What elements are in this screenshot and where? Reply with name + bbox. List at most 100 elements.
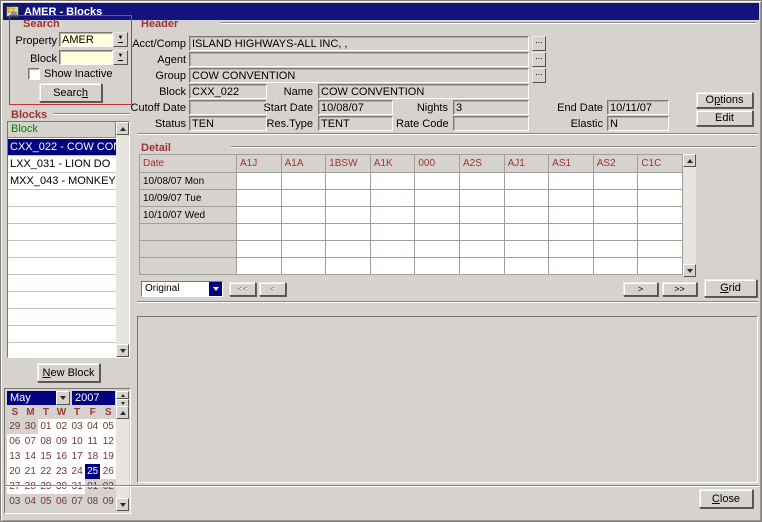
detail-cell[interactable]: [638, 224, 683, 241]
detail-cell[interactable]: [370, 258, 415, 275]
calendar-day[interactable]: 16: [54, 449, 70, 464]
detail-cell[interactable]: [237, 173, 282, 190]
calendar-day[interactable]: 14: [23, 449, 39, 464]
search-button[interactable]: Search: [39, 83, 102, 102]
calendar-day[interactable]: 17: [69, 449, 85, 464]
calendar-day[interactable]: 04: [85, 419, 101, 434]
detail-cell[interactable]: [593, 207, 638, 224]
agent-lookup-button[interactable]: ...: [532, 52, 546, 67]
detail-cell[interactable]: [638, 190, 683, 207]
nights-field[interactable]: 3: [453, 100, 529, 115]
detail-cell[interactable]: [281, 207, 326, 224]
calendar-day[interactable]: 11: [85, 434, 101, 449]
new-block-button[interactable]: New Block: [37, 363, 100, 382]
calendar-day[interactable]: 13: [7, 449, 23, 464]
acct-comp-lookup-button[interactable]: ...: [532, 36, 546, 51]
detail-cell[interactable]: [638, 173, 683, 190]
block-list-item[interactable]: [8, 241, 116, 258]
first-page-button[interactable]: <<: [229, 282, 256, 296]
detail-cell[interactable]: [370, 207, 415, 224]
detail-cell[interactable]: [370, 173, 415, 190]
calendar-day[interactable]: 19: [100, 449, 116, 464]
calendar-day[interactable]: 03: [7, 494, 23, 509]
calendar-day[interactable]: 02: [54, 419, 70, 434]
close-button[interactable]: Close: [699, 489, 753, 508]
block-list-item[interactable]: [8, 326, 116, 343]
detail-cell[interactable]: [237, 207, 282, 224]
view-select-dropdown-button[interactable]: [209, 282, 222, 296]
detail-cell[interactable]: [281, 173, 326, 190]
calendar-day[interactable]: 08: [38, 434, 54, 449]
calendar-day[interactable]: 09: [100, 494, 116, 509]
calendar-day[interactable]: 09: [54, 434, 70, 449]
edit-button[interactable]: Edit: [696, 110, 753, 126]
calendar-scrollbar[interactable]: [116, 406, 129, 511]
detail-cell[interactable]: [415, 258, 460, 275]
detail-scrollbar[interactable]: [683, 154, 696, 277]
options-button[interactable]: Options: [696, 92, 753, 108]
detail-cell[interactable]: [326, 207, 371, 224]
detail-cell[interactable]: [237, 258, 282, 275]
calendar-day[interactable]: 07: [69, 494, 85, 509]
detail-cell[interactable]: [638, 207, 683, 224]
detail-cell[interactable]: [459, 173, 504, 190]
calendar-day[interactable]: 23: [54, 464, 70, 479]
detail-cell[interactable]: [459, 207, 504, 224]
detail-cell[interactable]: [370, 224, 415, 241]
calendar-day[interactable]: 06: [54, 494, 70, 509]
detail-cell[interactable]: [593, 173, 638, 190]
detail-cell[interactable]: [549, 241, 594, 258]
spin-up-button[interactable]: [116, 391, 129, 399]
calendar-day[interactable]: 26: [100, 464, 116, 479]
blocks-scrollbar[interactable]: [116, 122, 129, 357]
calendar-year-spinner[interactable]: [116, 391, 129, 407]
calendar-day[interactable]: 29: [7, 419, 23, 434]
calendar-day[interactable]: 04: [23, 494, 39, 509]
detail-cell[interactable]: [504, 207, 549, 224]
view-select[interactable]: Original: [141, 281, 223, 297]
detail-cell[interactable]: [459, 224, 504, 241]
scrollbar-track[interactable]: [116, 135, 129, 344]
detail-cell[interactable]: [504, 173, 549, 190]
block-list-item[interactable]: LXX_031 - LION DO: [8, 156, 116, 173]
detail-cell[interactable]: [593, 190, 638, 207]
blocks-column-header[interactable]: Block: [8, 122, 116, 138]
block-list-item[interactable]: [8, 190, 116, 207]
detail-cell[interactable]: [370, 241, 415, 258]
block-list-item[interactable]: MXX_043 - MONKEY SEE: [8, 173, 116, 190]
detail-cell[interactable]: [549, 173, 594, 190]
calendar-day[interactable]: 15: [38, 449, 54, 464]
detail-cell[interactable]: [504, 190, 549, 207]
detail-cell[interactable]: [326, 258, 371, 275]
detail-cell[interactable]: [415, 207, 460, 224]
calendar-day[interactable]: 12: [100, 434, 116, 449]
detail-cell[interactable]: [638, 258, 683, 275]
block-list-item[interactable]: [8, 343, 116, 357]
detail-cell[interactable]: [415, 173, 460, 190]
detail-cell[interactable]: [326, 190, 371, 207]
calendar-day[interactable]: 20: [7, 464, 23, 479]
block-lov-button[interactable]: ▼: [113, 50, 128, 65]
detail-cell[interactable]: [326, 173, 371, 190]
detail-cell[interactable]: [549, 207, 594, 224]
block-list-item[interactable]: [8, 275, 116, 292]
calendar-day[interactable]: 06: [7, 434, 23, 449]
scroll-up-button[interactable]: [116, 406, 129, 419]
calendar-day[interactable]: 01: [38, 419, 54, 434]
block-list-item[interactable]: [8, 207, 116, 224]
status-field[interactable]: TEN: [189, 116, 267, 131]
scroll-up-button[interactable]: [683, 154, 696, 167]
detail-cell[interactable]: [593, 258, 638, 275]
acct-comp-field[interactable]: ISLAND HIGHWAYS-ALL INC, ,: [189, 36, 529, 51]
detail-cell[interactable]: [504, 241, 549, 258]
grid-button[interactable]: Grid: [704, 279, 757, 297]
calendar-day[interactable]: 21: [23, 464, 39, 479]
detail-cell[interactable]: [370, 190, 415, 207]
detail-cell[interactable]: [549, 224, 594, 241]
block-list-item[interactable]: CXX_022 - COW CONVEN: [8, 139, 116, 156]
calendar-day[interactable]: 22: [38, 464, 54, 479]
detail-cell[interactable]: [281, 190, 326, 207]
detail-cell[interactable]: [326, 241, 371, 258]
detail-cell[interactable]: [237, 190, 282, 207]
next-page-button[interactable]: >: [623, 282, 658, 296]
